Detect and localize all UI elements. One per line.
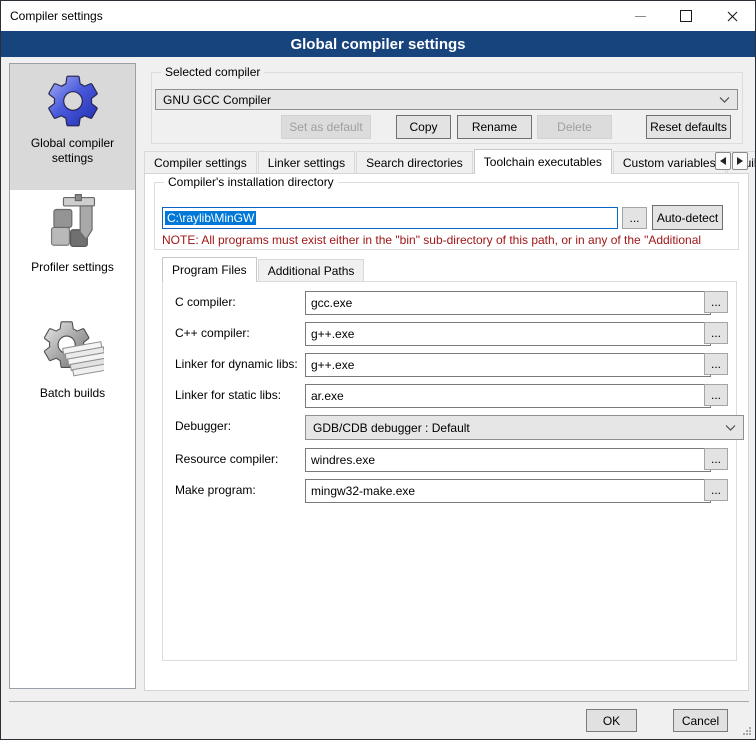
field-row-cpp-compiler: C++ compiler: ... (163, 322, 736, 344)
selected-compiler-group-label: Selected compiler (161, 65, 264, 79)
minimize-button[interactable] (617, 1, 663, 31)
title-bar: Compiler settings (1, 1, 755, 31)
make-program-input[interactable] (305, 479, 711, 503)
tab-compiler-settings[interactable]: Compiler settings (144, 151, 257, 173)
install-dir-selected-text: C:\raylib\MinGW (165, 211, 256, 225)
sidebar-item-label: Global compiler settings (31, 136, 114, 166)
reset-defaults-button[interactable]: Reset defaults (646, 115, 731, 139)
field-row-dynamic-linker: Linker for dynamic libs: ... (163, 353, 736, 375)
tab-scroll-right-button[interactable] (732, 152, 748, 170)
cpp-compiler-label: C++ compiler: (175, 322, 303, 344)
window-title: Compiler settings (10, 9, 103, 23)
gear-gray-icon (42, 320, 104, 382)
sidebar-item-label: Batch builds (40, 386, 105, 401)
dynamic-linker-browse-button[interactable]: ... (704, 353, 728, 375)
debugger-select[interactable]: GDB/CDB debugger : Default (305, 415, 744, 440)
gear-blue-icon (42, 70, 104, 132)
dynamic-linker-label: Linker for dynamic libs: (175, 353, 303, 375)
tab-custom-variables[interactable]: Custom variables (613, 151, 726, 173)
settings-category-list: Global compiler settings Profiler settin… (9, 63, 136, 689)
resource-compiler-label: Resource compiler: (175, 448, 303, 470)
field-row-make-program: Make program: ... (163, 479, 736, 501)
tab-search-directories[interactable]: Search directories (356, 151, 473, 173)
triangle-right-icon (737, 157, 743, 165)
page-title: Global compiler settings (290, 36, 465, 53)
tab-scroll-left-button[interactable] (715, 152, 731, 170)
maximize-icon (680, 10, 692, 22)
resize-grip[interactable] (742, 726, 752, 736)
cpp-compiler-input[interactable] (305, 322, 711, 346)
static-linker-browse-button[interactable]: ... (704, 384, 728, 406)
auto-detect-button[interactable]: Auto-detect (652, 205, 723, 230)
ok-button[interactable]: OK (586, 709, 637, 732)
field-row-debugger: Debugger: GDB/CDB debugger : Default (163, 415, 736, 437)
compiler-select[interactable]: GNU GCC Compiler (155, 89, 738, 110)
program-files-subtabs: Program Files Additional Paths (162, 258, 365, 281)
debugger-select-value: GDB/CDB debugger : Default (313, 421, 470, 435)
close-icon (727, 11, 738, 22)
dynamic-linker-input[interactable] (305, 353, 711, 377)
field-row-c-compiler: C compiler: ... (163, 291, 736, 313)
triangle-left-icon (720, 157, 726, 165)
chevron-down-icon (725, 425, 736, 431)
static-linker-label: Linker for static libs: (175, 384, 303, 406)
tab-linker-settings[interactable]: Linker settings (258, 151, 355, 173)
rename-button[interactable]: Rename (457, 115, 532, 139)
program-files-page: C compiler: ... C++ compiler: ... Linker… (162, 281, 737, 661)
settings-tabs: Compiler settings Linker settings Search… (144, 150, 756, 173)
close-button[interactable] (709, 1, 755, 31)
caliper-icon (42, 194, 104, 256)
c-compiler-label: C compiler: (175, 291, 303, 313)
compiler-select-value: GNU GCC Compiler (163, 93, 271, 107)
static-linker-input[interactable] (305, 384, 711, 408)
field-row-static-linker: Linker for static libs: ... (163, 384, 736, 406)
sidebar-item-global-compiler-settings[interactable]: Global compiler settings (10, 64, 135, 190)
subtab-additional-paths[interactable]: Additional Paths (258, 259, 365, 281)
c-compiler-input[interactable] (305, 291, 711, 315)
compiler-settings-dialog: Compiler settings Global compiler settin… (0, 0, 756, 740)
install-dir-browse-button[interactable]: ... (622, 207, 647, 229)
field-row-resource-compiler: Resource compiler: ... (163, 448, 736, 470)
tab-toolchain-executables[interactable]: Toolchain executables (474, 149, 612, 174)
copy-button[interactable]: Copy (396, 115, 451, 139)
resource-compiler-input[interactable] (305, 448, 711, 472)
c-compiler-browse-button[interactable]: ... (704, 291, 728, 313)
dialog-header: Global compiler settings (1, 31, 755, 57)
resource-compiler-browse-button[interactable]: ... (704, 448, 728, 470)
footer-separator (9, 701, 749, 702)
minimize-icon (635, 16, 646, 17)
set-as-default-button: Set as default (281, 115, 371, 139)
sidebar-item-label: Profiler settings (31, 260, 114, 275)
note-text: NOTE: All programs must exist either in … (162, 233, 736, 247)
install-dir-input[interactable]: C:\raylib\MinGW (162, 207, 618, 229)
installation-directory-group-label: Compiler's installation directory (164, 175, 338, 189)
subtab-program-files[interactable]: Program Files (162, 257, 257, 282)
make-program-label: Make program: (175, 479, 303, 501)
cpp-compiler-browse-button[interactable]: ... (704, 322, 728, 344)
sidebar-item-profiler-settings[interactable]: Profiler settings (10, 190, 135, 306)
sidebar-item-batch-builds[interactable]: Batch builds (10, 316, 135, 432)
cancel-button[interactable]: Cancel (673, 709, 728, 732)
maximize-button[interactable] (663, 1, 709, 31)
make-program-browse-button[interactable]: ... (704, 479, 728, 501)
delete-button: Delete (537, 115, 612, 139)
caption-buttons (617, 1, 755, 31)
chevron-down-icon (719, 97, 730, 103)
debugger-label: Debugger: (175, 415, 303, 437)
